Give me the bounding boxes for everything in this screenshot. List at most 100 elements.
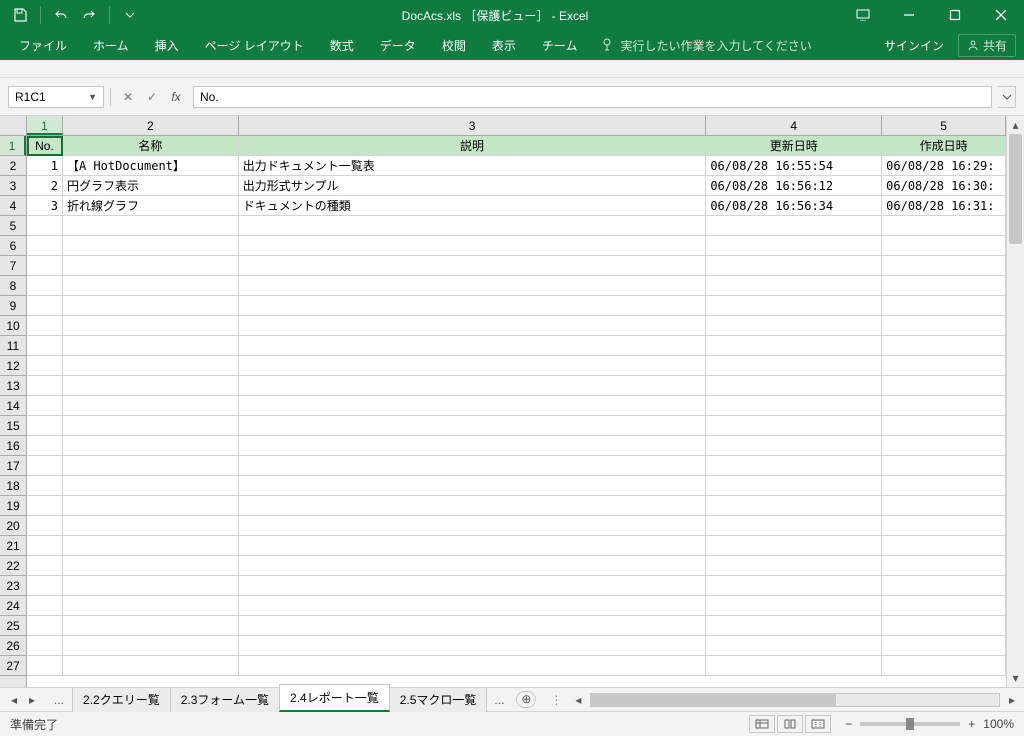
cell[interactable]	[882, 476, 1006, 496]
cell[interactable]	[63, 396, 239, 416]
tab-team[interactable]: チーム	[531, 31, 589, 60]
cell[interactable]	[27, 276, 63, 296]
cell[interactable]	[882, 256, 1006, 276]
row-header[interactable]: 13	[0, 376, 26, 396]
cell[interactable]: 06/08/28 16:55:54	[706, 156, 882, 176]
scroll-up-icon[interactable]: ▴	[1007, 116, 1024, 134]
cell[interactable]	[882, 276, 1006, 296]
cell[interactable]	[706, 636, 882, 656]
cell[interactable]: 円グラフ表示	[63, 176, 239, 196]
tab-insert[interactable]: 挿入	[144, 31, 190, 60]
cell[interactable]	[882, 376, 1006, 396]
cell[interactable]	[706, 456, 882, 476]
cell[interactable]	[882, 236, 1006, 256]
table-header-cell[interactable]: No.	[27, 136, 63, 156]
qat-customize-icon[interactable]	[118, 4, 142, 26]
cell[interactable]	[63, 236, 239, 256]
sheets-more-right[interactable]: ...	[486, 689, 512, 711]
sheet-tab[interactable]: 2.4レポート一覧	[279, 684, 390, 712]
cell[interactable]	[239, 556, 707, 576]
cell[interactable]: 【A HotDocument】	[63, 156, 239, 176]
cell[interactable]	[706, 316, 882, 336]
cell[interactable]	[706, 516, 882, 536]
zoom-out-icon[interactable]: −	[845, 717, 852, 731]
view-normal-icon[interactable]	[749, 715, 775, 733]
cell[interactable]: 06/08/28 16:30:	[882, 176, 1006, 196]
row-header[interactable]: 7	[0, 256, 26, 276]
cell[interactable]	[63, 276, 239, 296]
select-all-corner[interactable]	[0, 116, 27, 135]
cell[interactable]: 06/08/28 16:56:34	[706, 196, 882, 216]
enter-formula-icon[interactable]: ✓	[141, 86, 163, 108]
row-header[interactable]: 23	[0, 576, 26, 596]
hscroll-thumb[interactable]	[591, 694, 836, 706]
cell[interactable]	[706, 336, 882, 356]
cell[interactable]	[239, 256, 707, 276]
column-header[interactable]: 5	[882, 116, 1006, 135]
row-header[interactable]: 15	[0, 416, 26, 436]
cell[interactable]	[27, 496, 63, 516]
row-header[interactable]: 20	[0, 516, 26, 536]
row-header[interactable]: 16	[0, 436, 26, 456]
cell[interactable]	[27, 236, 63, 256]
formula-input[interactable]: No.	[193, 86, 992, 108]
cell[interactable]	[882, 336, 1006, 356]
row-header[interactable]: 17	[0, 456, 26, 476]
cell[interactable]	[239, 536, 707, 556]
cell[interactable]	[706, 396, 882, 416]
cell[interactable]	[882, 576, 1006, 596]
row-header[interactable]: 9	[0, 296, 26, 316]
row-header[interactable]: 1	[0, 136, 26, 156]
cell[interactable]	[27, 396, 63, 416]
cell[interactable]	[239, 296, 707, 316]
row-header[interactable]: 4	[0, 196, 26, 216]
cell[interactable]	[27, 536, 63, 556]
cell[interactable]	[27, 376, 63, 396]
horizontal-scrollbar[interactable]: ◂ ▸	[566, 693, 1024, 707]
cell[interactable]	[27, 656, 63, 676]
cell[interactable]	[63, 476, 239, 496]
cell[interactable]	[27, 556, 63, 576]
cell[interactable]	[882, 516, 1006, 536]
cell[interactable]	[239, 416, 707, 436]
cell[interactable]	[706, 356, 882, 376]
cell[interactable]	[27, 256, 63, 276]
cell[interactable]	[27, 356, 63, 376]
cell[interactable]	[706, 216, 882, 236]
cell[interactable]	[706, 556, 882, 576]
row-header[interactable]: 6	[0, 236, 26, 256]
cell[interactable]	[63, 656, 239, 676]
cell[interactable]	[882, 416, 1006, 436]
row-header[interactable]: 11	[0, 336, 26, 356]
tab-file[interactable]: ファイル	[8, 31, 78, 60]
table-header-cell[interactable]: 説明	[239, 136, 707, 156]
scroll-thumb[interactable]	[1009, 134, 1022, 244]
cell[interactable]	[63, 536, 239, 556]
insert-function-icon[interactable]: fx	[165, 86, 187, 108]
cell[interactable]	[27, 216, 63, 236]
sheet-split-handle[interactable]: ⋮	[546, 693, 566, 707]
table-header-cell[interactable]: 名称	[63, 136, 239, 156]
cell[interactable]	[27, 296, 63, 316]
cell[interactable]	[27, 576, 63, 596]
cell[interactable]	[239, 236, 707, 256]
cell[interactable]	[239, 576, 707, 596]
row-header[interactable]: 5	[0, 216, 26, 236]
cell[interactable]	[239, 656, 707, 676]
row-header[interactable]: 8	[0, 276, 26, 296]
cell[interactable]	[882, 636, 1006, 656]
minimize-icon[interactable]	[886, 0, 932, 30]
save-icon[interactable]	[8, 4, 32, 26]
cell[interactable]: 2	[27, 176, 63, 196]
cell[interactable]	[63, 376, 239, 396]
cell[interactable]	[63, 596, 239, 616]
tab-review[interactable]: 校閲	[431, 31, 477, 60]
redo-icon[interactable]	[77, 4, 101, 26]
cell[interactable]	[27, 416, 63, 436]
cell[interactable]	[706, 416, 882, 436]
cell[interactable]	[27, 616, 63, 636]
row-header[interactable]: 19	[0, 496, 26, 516]
column-header[interactable]: 3	[239, 116, 707, 135]
cell[interactable]	[882, 396, 1006, 416]
cell[interactable]	[63, 436, 239, 456]
